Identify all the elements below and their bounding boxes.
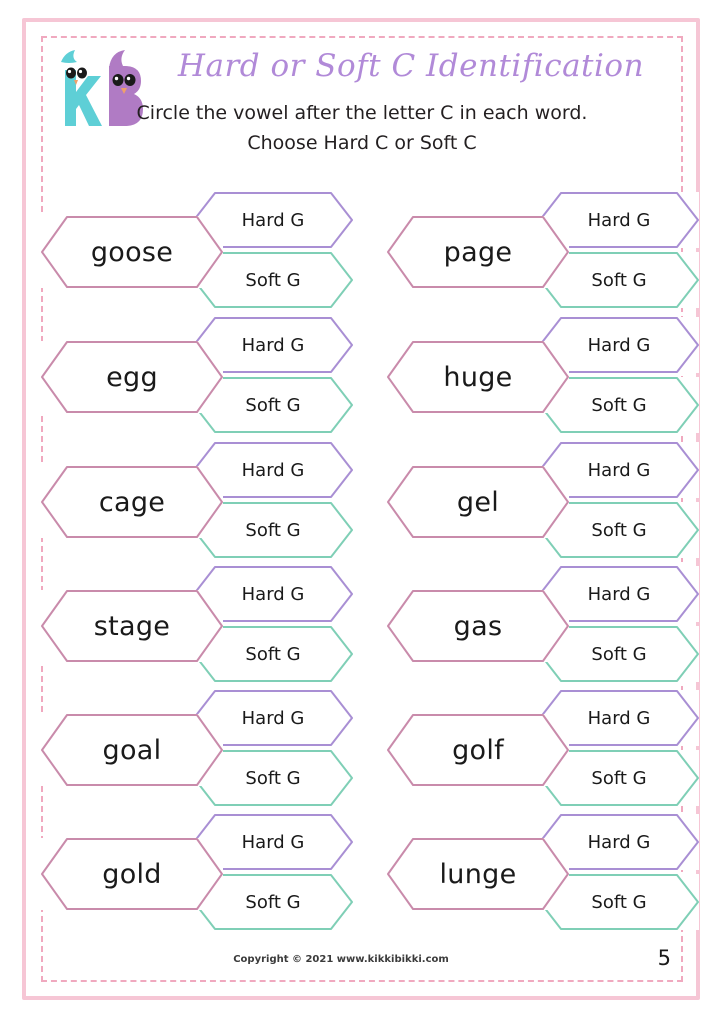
exercise-item: Hard G Soft Ggel bbox=[387, 442, 699, 560]
worksheet-footer: Copyright © 2021 www.kikkibikki.com 5 bbox=[41, 946, 683, 986]
word-card[interactable]: lunge bbox=[387, 838, 569, 910]
copyright-text: Copyright © 2021 www.kikkibikki.com bbox=[233, 954, 449, 965]
exercise-item: Hard G Soft Ghuge bbox=[387, 317, 699, 435]
word-card[interactable]: gas bbox=[387, 590, 569, 662]
page-number: 5 bbox=[657, 946, 671, 970]
word-card[interactable]: stage bbox=[41, 590, 223, 662]
instruction-line-1: Circle the vowel after the letter C in e… bbox=[136, 102, 588, 124]
word-card[interactable]: gold bbox=[41, 838, 223, 910]
exercise-item: Hard G Soft Gstage bbox=[41, 566, 353, 684]
kikkibikki-logo bbox=[49, 48, 153, 144]
exercise-item: Hard G Soft Gpage bbox=[387, 192, 699, 310]
exercise-item: Hard G Soft Gegg bbox=[41, 317, 353, 435]
word-card[interactable]: egg bbox=[41, 341, 223, 413]
word-card[interactable]: goose bbox=[41, 216, 223, 288]
exercise-item: Hard G Soft Ggas bbox=[387, 566, 699, 684]
exercise-item: Hard G Soft Glunge bbox=[387, 814, 699, 932]
exercise-item: Hard G Soft Ggoal bbox=[41, 690, 353, 808]
exercise-item: Hard G Soft Ggolf bbox=[387, 690, 699, 808]
word-card[interactable]: golf bbox=[387, 714, 569, 786]
page-title: Hard or Soft C Identification bbox=[177, 48, 645, 84]
exercise-item: Hard G Soft Gcage bbox=[41, 442, 353, 560]
worksheet-header: Hard or Soft C Identification Circle the… bbox=[41, 40, 683, 170]
worksheet-page: Hard or Soft C Identification Circle the… bbox=[0, 0, 726, 1024]
exercise-item: Hard G Soft Ggold bbox=[41, 814, 353, 932]
instruction-line-2: Choose Hard C or Soft C bbox=[247, 132, 477, 154]
word-card[interactable]: page bbox=[387, 216, 569, 288]
exercise-grid: Hard G Soft Ggoose Hard G Soft Gpage Hard GS… bbox=[41, 192, 699, 940]
word-card[interactable]: gel bbox=[387, 466, 569, 538]
exercise-item: Hard G Soft Ggoose bbox=[41, 192, 353, 310]
word-card[interactable]: huge bbox=[387, 341, 569, 413]
word-card[interactable]: cage bbox=[41, 466, 223, 538]
word-card[interactable]: goal bbox=[41, 714, 223, 786]
